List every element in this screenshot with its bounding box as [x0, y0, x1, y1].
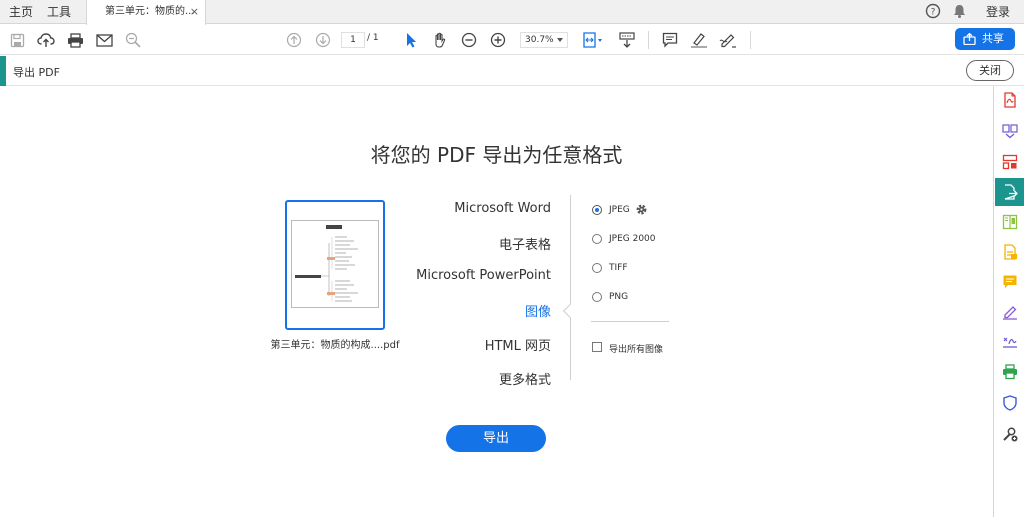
export-heading: 将您的 PDF 导出为任意格式 — [370, 143, 623, 167]
mindmap-preview-image — [295, 225, 358, 302]
format-microsoft-powerpoint[interactable]: Microsoft PowerPoint — [416, 268, 551, 283]
cloud-upload-icon[interactable] — [36, 30, 56, 50]
settings-gear-icon[interactable] — [635, 203, 648, 219]
scroll-mode-icon[interactable] — [617, 30, 637, 50]
home-tab[interactable]: 主页 — [9, 0, 33, 24]
select-cursor-icon[interactable] — [401, 30, 421, 50]
export-all-images-checkbox[interactable] — [592, 342, 602, 352]
share-button-label: 共享 — [982, 32, 1004, 45]
toolbar-divider — [750, 31, 751, 49]
close-panel-button[interactable]: 关闭 — [966, 60, 1014, 81]
page-total: / 1 — [367, 33, 379, 43]
print-production-icon[interactable] — [995, 358, 1024, 386]
format-image[interactable]: 图像 — [525, 301, 551, 320]
toolbar: 1 / 1 30.7% 共享 — [0, 25, 1024, 55]
page-number-input[interactable]: 1 — [341, 32, 365, 48]
zoom-out-icon[interactable] — [459, 30, 479, 50]
comment-tool-icon[interactable] — [995, 268, 1024, 296]
close-tab-icon[interactable]: × — [190, 0, 199, 24]
protect-icon[interactable] — [995, 389, 1024, 417]
notification-bell-icon[interactable] — [952, 3, 967, 22]
login-link[interactable]: 登录 — [986, 0, 1010, 24]
page-up-icon[interactable] — [284, 30, 304, 50]
format-html-webpage[interactable]: HTML 网页 — [485, 335, 551, 354]
radio-png-label: PNG — [609, 292, 629, 302]
create-pdf-icon[interactable] — [995, 86, 1024, 114]
document-tab[interactable]: 第三单元：物质的... × — [86, 0, 206, 25]
format-divider — [570, 195, 571, 380]
organize-pages-icon[interactable] — [995, 148, 1024, 176]
chevron-down-icon — [557, 38, 563, 42]
edit-pdf-icon[interactable] — [995, 208, 1024, 236]
scan-ocr-icon[interactable] — [995, 238, 1024, 266]
document-thumbnail[interactable] — [285, 200, 385, 330]
radio-png[interactable] — [592, 292, 602, 302]
radio-jpeg-label: JPEG — [609, 205, 630, 215]
svg-text:?: ? — [931, 8, 936, 18]
share-button[interactable]: 共享 — [955, 28, 1015, 50]
thumbnail-page-preview — [291, 220, 379, 308]
zoom-level-select[interactable]: 30.7% — [520, 32, 568, 48]
save-icon[interactable] — [7, 30, 27, 50]
format-spreadsheet[interactable]: 电子表格 — [499, 234, 551, 253]
document-tab-label: 第三单元：物质的... — [105, 6, 195, 17]
email-icon[interactable] — [94, 30, 114, 50]
fit-page-icon[interactable] — [583, 30, 603, 50]
more-tools-icon[interactable] — [995, 420, 1024, 448]
options-divider — [591, 321, 669, 322]
panel-title: 导出 PDF — [13, 66, 60, 79]
page-down-icon[interactable] — [313, 30, 333, 50]
export-pdf-icon[interactable] — [995, 178, 1024, 206]
fill-sign-icon[interactable] — [995, 298, 1024, 326]
export-panel-header: 导出 PDF 关闭 — [0, 56, 1024, 86]
toolbar-divider — [648, 31, 649, 49]
hand-icon[interactable] — [430, 30, 450, 50]
zoom-search-icon[interactable] — [123, 30, 143, 50]
highlight-icon[interactable] — [689, 30, 709, 50]
radio-jpeg-2000[interactable] — [592, 234, 602, 244]
format-microsoft-word[interactable]: Microsoft Word — [454, 201, 551, 216]
help-icon[interactable]: ? — [925, 3, 941, 22]
print-icon[interactable] — [65, 30, 85, 50]
export-button[interactable]: 导出 — [446, 425, 546, 452]
selected-format-pointer — [562, 303, 578, 319]
sign-icon[interactable] — [718, 30, 738, 50]
format-more-formats[interactable]: 更多格式 — [499, 369, 551, 388]
zoom-in-icon[interactable] — [488, 30, 508, 50]
request-signature-icon[interactable] — [995, 328, 1024, 356]
panel-accent-bar — [0, 56, 6, 86]
comment-icon[interactable] — [660, 30, 680, 50]
radio-jpeg[interactable] — [592, 205, 602, 215]
combine-files-icon[interactable] — [995, 117, 1024, 145]
top-tab-bar: 主页 工具 第三单元：物质的... × ? 登录 — [0, 0, 1024, 25]
radio-tiff-label: TIFF — [609, 263, 628, 273]
radio-tiff[interactable] — [592, 263, 602, 273]
radio-jpeg-2000-label: JPEG 2000 — [609, 234, 656, 244]
document-file-name: 第三单元：物质的构成....pdf — [270, 340, 400, 351]
zoom-level-value: 30.7% — [525, 35, 554, 45]
tools-tab[interactable]: 工具 — [47, 0, 71, 24]
export-all-images-label: 导出所有图像 — [609, 345, 664, 355]
tools-sidebar — [993, 86, 1024, 517]
